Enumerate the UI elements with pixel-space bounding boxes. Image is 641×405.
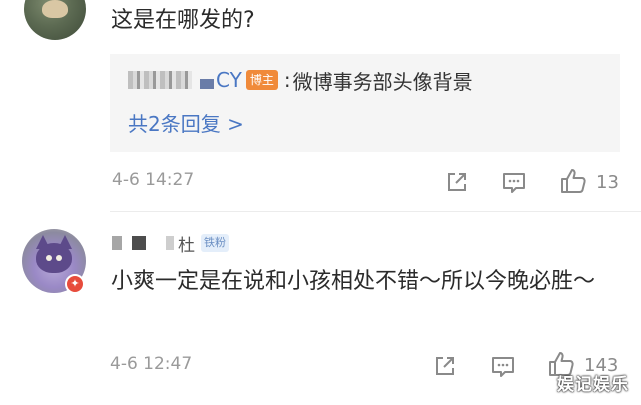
avatar-image <box>42 0 68 18</box>
share-icon[interactable] <box>443 168 471 196</box>
like-count: 13 <box>596 172 619 193</box>
reply-colon: : <box>283 68 291 92</box>
blurred-username <box>166 236 174 250</box>
reply-text: 微博事务部头像背景 <box>292 69 473 94</box>
blurred-username <box>128 71 192 89</box>
blurred-username <box>112 236 122 250</box>
avatar-image <box>56 255 62 261</box>
comment-text: 小爽一定是在说和小孩相处不错～所以今晚必胜～ <box>111 269 596 294</box>
verified-badge-icon: ✦ <box>65 274 85 294</box>
reply-line: CY 博主 : 微博事务部头像背景 <box>128 65 473 95</box>
blurred-username <box>200 79 214 89</box>
reply-author[interactable]: CY <box>216 68 242 92</box>
avatar-image <box>36 243 72 273</box>
author-name[interactable]: 杜 <box>178 231 195 256</box>
comment-icon[interactable] <box>500 169 528 197</box>
blurred-username <box>132 236 146 250</box>
comment-icon[interactable] <box>489 353 517 381</box>
reply-preview[interactable]: CY 博主 : 微博事务部头像背景 共2条回复 > <box>110 54 620 152</box>
comment-text: 这是在哪发的? <box>111 8 255 33</box>
view-replies-link[interactable]: 共2条回复 > <box>128 108 244 137</box>
comment-time: 4-6 14:27 <box>112 170 195 190</box>
share-icon[interactable] <box>431 352 459 380</box>
watermark: 娱记娱乐 <box>557 375 629 395</box>
owner-badge: 博主 <box>245 70 278 90</box>
comment-divider <box>110 211 641 212</box>
comment-author[interactable]: 杜 铁粉 <box>112 231 229 256</box>
like-icon[interactable] <box>558 166 588 196</box>
avatar-image <box>46 255 52 261</box>
comment-time: 4-6 12:47 <box>110 354 193 374</box>
avatar[interactable] <box>24 0 86 40</box>
fan-badge: 铁粉 <box>201 234 229 252</box>
